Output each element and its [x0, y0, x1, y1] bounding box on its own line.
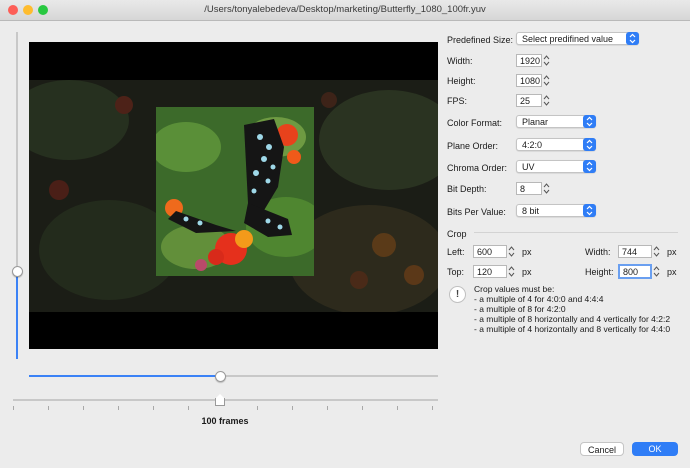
color-format-label: Color Format: [447, 118, 503, 128]
timeline-tick [83, 406, 84, 410]
timeline-tick [292, 406, 293, 410]
warning-icon: ! [449, 286, 466, 303]
timeline-tick [118, 406, 119, 410]
width-stepper[interactable] [543, 54, 550, 67]
preview-slider-fill [29, 375, 220, 377]
crop-divider [474, 232, 678, 233]
frames-count-label: 100 frames [201, 416, 249, 426]
chevron-updown-icon [583, 204, 596, 217]
width-value: 1920 [520, 56, 541, 66]
crop-height-unit: px [667, 267, 677, 277]
crop-top-value: 120 [477, 267, 493, 277]
preview-slider-knob[interactable] [215, 371, 226, 382]
window-title: /Users/tonyalebedeva/Desktop/marketing/B… [204, 4, 486, 15]
bits-per-value-label: Bits Per Value: [447, 207, 506, 217]
cancel-button[interactable]: Cancel [580, 442, 624, 456]
plane-order-value: 4:2:0 [522, 140, 543, 150]
bit-depth-value: 8 [520, 184, 526, 194]
bit-depth-field[interactable]: 8 [516, 182, 542, 195]
predefined-size-value: Select predifined value [522, 34, 614, 44]
fps-label: FPS: [447, 96, 468, 106]
chroma-order-popup[interactable]: UV [516, 160, 596, 173]
chevron-updown-icon [583, 115, 596, 128]
crop-left-field[interactable]: 600 [473, 245, 507, 258]
crop-left-stepper[interactable] [508, 245, 515, 258]
bits-per-value-value: 8 bit [522, 206, 540, 216]
timeline-tick [13, 406, 14, 410]
cropped-frame-image [156, 107, 314, 276]
bits-per-value-popup[interactable]: 8 bit [516, 204, 596, 217]
bit-depth-label: Bit Depth: [447, 184, 487, 194]
timeline-tick [362, 406, 363, 410]
crop-top-field[interactable]: 120 [473, 265, 507, 278]
title-bar: /Users/tonyalebedeva/Desktop/marketing/B… [0, 0, 690, 21]
timeline-tick [397, 406, 398, 410]
chroma-order-value: UV [522, 162, 535, 172]
crop-width-unit: px [667, 247, 677, 257]
crop-left-value: 600 [477, 247, 493, 257]
timeline-tick [153, 406, 154, 410]
video-preview [29, 42, 438, 349]
timeline-tick [188, 406, 189, 410]
height-field[interactable]: 1080 [516, 74, 542, 87]
crop-top-unit: px [522, 267, 532, 277]
crop-width-value: 744 [622, 247, 638, 257]
predefined-size-label: Predefined Size: [447, 35, 514, 45]
crop-height-stepper[interactable] [653, 265, 660, 278]
bit-depth-stepper[interactable] [543, 182, 550, 195]
timeline-knob-body[interactable] [215, 398, 225, 406]
crop-top-stepper[interactable] [508, 265, 515, 278]
color-format-value: Planar [522, 117, 549, 127]
width-label: Width: [447, 56, 473, 66]
plane-order-label: Plane Order: [447, 141, 499, 151]
crop-note-line: - a multiple of 4 horizontally and 8 ver… [474, 324, 671, 334]
crop-width-stepper[interactable] [653, 245, 660, 258]
crop-height-label: Height: [585, 267, 614, 277]
height-stepper[interactable] [543, 74, 550, 87]
crop-width-field[interactable]: 744 [618, 245, 652, 258]
crop-left-label: Left: [447, 247, 465, 257]
fps-stepper[interactable] [543, 94, 550, 107]
timeline-tick [432, 406, 433, 410]
crop-note-title: Crop values must be: [474, 284, 555, 294]
crop-height-field[interactable]: 800 [618, 264, 652, 279]
chroma-order-label: Chroma Order: [447, 163, 508, 173]
crop-left-unit: px [522, 247, 532, 257]
timeline-tick [327, 406, 328, 410]
crop-note-line: - a multiple of 4 for 4:0:0 and 4:4:4 [474, 294, 604, 304]
height-label: Height: [447, 76, 476, 86]
timeline-tick [257, 406, 258, 410]
plane-order-popup[interactable]: 4:2:0 [516, 138, 596, 151]
crop-section-label: Crop [447, 229, 467, 239]
timeline-track[interactable] [13, 399, 438, 401]
chevron-updown-icon [583, 138, 596, 151]
zoom-slider-knob[interactable] [12, 266, 23, 277]
height-value: 1080 [520, 76, 541, 86]
crop-height-value: 800 [623, 267, 639, 277]
zoom-slider-fill [16, 271, 18, 359]
predefined-size-popup[interactable]: Select predifined value [516, 32, 639, 45]
crop-note-line: - a multiple of 8 for 4:2:0 [474, 304, 566, 314]
color-format-popup[interactable]: Planar [516, 115, 596, 128]
fps-value: 25 [520, 96, 531, 106]
ok-button[interactable]: OK [632, 442, 678, 456]
chevron-updown-icon [626, 32, 639, 45]
crop-width-label: Width: [585, 247, 611, 257]
crop-note-line: - a multiple of 8 horizontally and 4 ver… [474, 314, 671, 324]
width-field[interactable]: 1920 [516, 54, 542, 67]
crop-top-label: Top: [447, 267, 465, 277]
timeline-tick [48, 406, 49, 410]
chevron-updown-icon [583, 160, 596, 173]
fps-field[interactable]: 25 [516, 94, 542, 107]
